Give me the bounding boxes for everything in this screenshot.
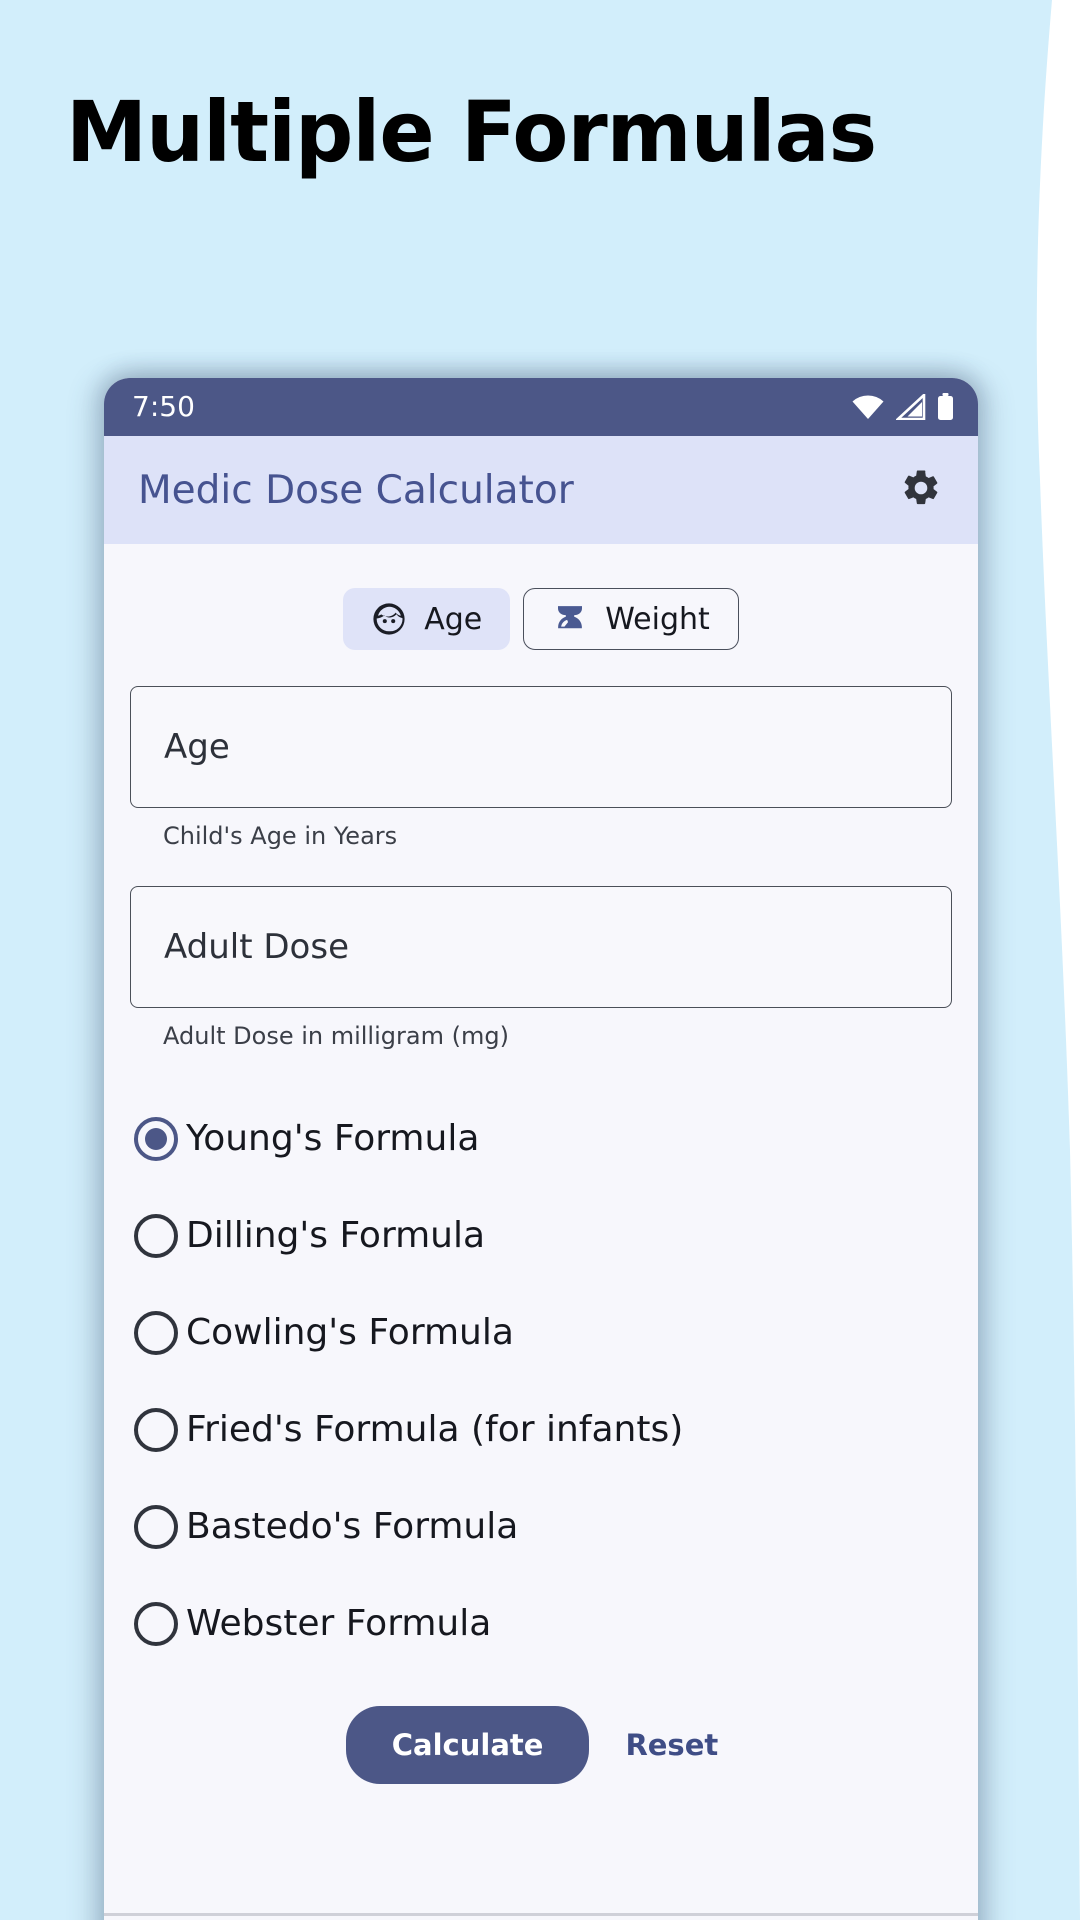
mode-toggle-group: Age Weight [104,588,978,650]
app-bar: Medic Dose Calculator [104,436,978,544]
mode-chip-age-label: Age [424,601,483,637]
radio-label: Young's Formula [186,1118,480,1159]
action-row: Calculate Reset [104,1706,978,1784]
bottom-panel [104,1916,978,1920]
age-input[interactable]: Age [130,686,952,808]
field-block-age: Age Child's Age in Years [104,686,978,850]
battery-icon [937,393,954,421]
age-helper-text: Child's Age in Years [163,822,398,850]
radio-label: Fried's Formula (for infants) [186,1409,684,1450]
radio-icon [134,1310,178,1355]
page-headline: Multiple Formulas [66,83,877,181]
formula-radio-group: Young's Formula Dilling's Formula Cowlin… [104,1090,978,1672]
signal-icon [896,394,926,420]
radio-row-bastedos[interactable]: Bastedo's Formula [134,1478,978,1575]
mode-chip-age[interactable]: Age [343,588,511,650]
status-bar: 7:50 [104,378,978,436]
radio-icon [134,1116,178,1161]
app-title: Medic Dose Calculator [138,467,574,513]
wifi-icon [851,394,885,420]
weight-scale-icon [552,601,588,637]
radio-icon [134,1407,178,1452]
mode-chip-weight-label: Weight [605,601,710,637]
adult-dose-helper-text: Adult Dose in milligram (mg) [163,1022,509,1050]
gear-icon [900,467,942,514]
radio-icon [134,1504,178,1549]
status-bar-time: 7:50 [132,390,195,423]
radio-label: Webster Formula [186,1603,492,1644]
calculate-button[interactable]: Calculate [345,1706,590,1784]
radio-label: Dilling's Formula [186,1215,486,1256]
radio-row-frieds[interactable]: Fried's Formula (for infants) [134,1381,978,1478]
child-face-icon [371,601,407,637]
app-content: Age Weight Age Child's Age in Years Adul… [104,544,978,1920]
phone-mockup: 7:50 Medic Dose Calculator Age Weight Ag… [104,378,978,1920]
field-block-adult-dose: Adult Dose Adult Dose in milligram (mg) [104,886,978,1050]
radio-row-youngs[interactable]: Young's Formula [134,1090,978,1187]
radio-row-dillings[interactable]: Dilling's Formula [134,1187,978,1284]
radio-icon [134,1601,178,1646]
radio-icon [134,1213,178,1258]
settings-button[interactable] [892,461,950,519]
adult-dose-input-placeholder: Adult Dose [164,927,349,967]
reset-button[interactable]: Reset [607,1730,736,1760]
radio-label: Cowling's Formula [186,1312,514,1353]
radio-row-cowlings[interactable]: Cowling's Formula [134,1284,978,1381]
adult-dose-input[interactable]: Adult Dose [130,886,952,1008]
radio-row-webster[interactable]: Webster Formula [134,1575,978,1672]
radio-label: Bastedo's Formula [186,1506,519,1547]
status-bar-icons [851,393,954,421]
age-input-placeholder: Age [164,727,230,767]
mode-chip-weight[interactable]: Weight [523,588,739,650]
